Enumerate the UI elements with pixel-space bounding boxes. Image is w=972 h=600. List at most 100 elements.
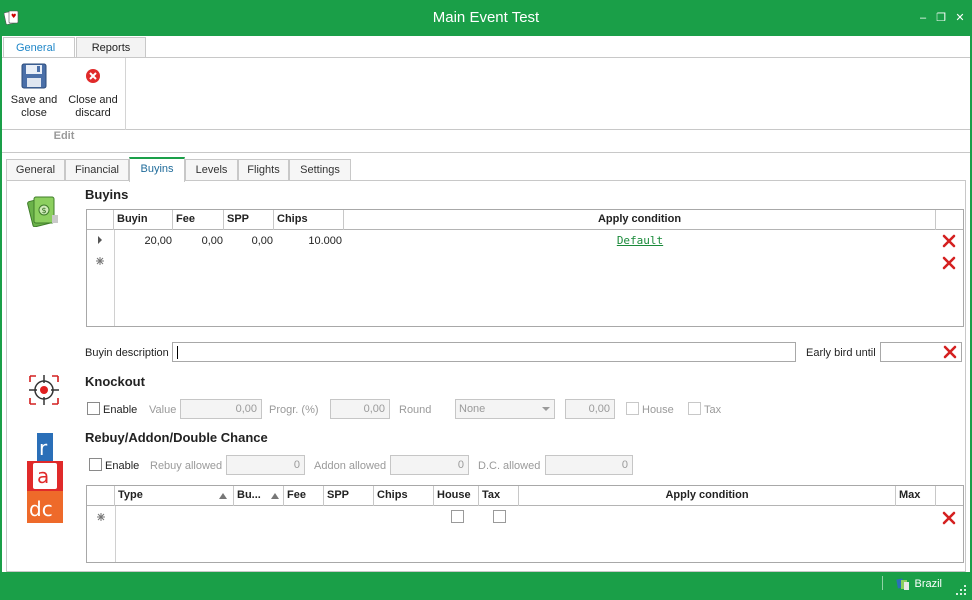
window-content: General Reports Save and close Close and… [2,36,970,572]
cell-fee[interactable]: 0,00 [173,234,223,248]
delete-row-button[interactable] [942,234,956,248]
main-tabs: General Financial Buyins Levels Flights … [6,157,966,182]
region-label: Brazil [914,578,942,590]
addon-allowed-input[interactable]: 0 [390,455,469,475]
close-and-discard-button[interactable]: Close and discard [64,62,122,120]
ribbon-tabs: General Reports [2,36,970,59]
rebuy-enable-checkbox[interactable] [89,458,102,471]
new-row-house-checkbox[interactable] [451,510,464,523]
knockout-house-label: House [642,404,674,416]
knockout-round-value-input[interactable]: 0,00 [565,399,615,419]
rebuy-enable-label: Enable [105,460,140,472]
ribbon-tab-general[interactable]: General [3,37,75,59]
knockout-tax-checkbox[interactable] [688,402,701,415]
knockout-value-input[interactable]: 0,00 [180,399,262,419]
delete-row-button[interactable] [942,511,956,525]
column-tax[interactable]: Tax [479,486,519,506]
column-type[interactable]: Type [115,486,234,506]
sort-up-icon [271,493,279,499]
buyin-description-label: Buyin description [85,347,169,359]
save-and-close-button[interactable]: Save and close [6,62,62,120]
rebuy-grid-header: Type Bu... Fee SPP Chips House Tax Apply… [87,486,963,506]
window-title: Main Event Test [432,9,540,26]
clear-early-bird-button[interactable] [943,345,957,359]
status-bar: Brazil [2,572,970,598]
column-buyin[interactable]: Buyin [114,210,173,230]
column-spp[interactable]: SPP [224,210,274,230]
rebuy-grid[interactable]: Type Bu... Fee SPP Chips House Tax Apply… [86,485,964,563]
tab-buyins[interactable]: Buyins [129,157,185,182]
buyins-grid[interactable]: Buyin Fee SPP Chips Apply condition 20,0… [86,209,964,327]
red-x-circle-icon [86,69,100,83]
close-window-button[interactable]: ✕ [953,11,967,25]
column-house[interactable]: House [434,486,479,506]
svg-text:a: a [37,464,49,488]
buyins-panel: $ Buyins Buyin Fee SPP Chips Apply condi… [6,180,966,572]
knockout-progr-label: Progr. (%) [269,404,319,416]
new-row-tax-checkbox[interactable] [493,510,506,523]
asterisk-icon [97,513,105,521]
tab-general[interactable]: General [6,159,65,181]
save-and-close-label: Save and close [10,94,58,119]
column-fee[interactable]: Fee [284,486,324,506]
rad-letters-icon: r a dc [27,433,63,523]
region-icon [896,578,910,591]
rebuy-allowed-input[interactable]: 0 [226,455,305,475]
triangle-right-icon [98,236,102,244]
title-bar: ♥ Main Event Test ‒ ❐ ✕ [0,0,972,36]
tab-settings[interactable]: Settings [289,159,351,181]
knockout-round-selected: None [459,403,486,415]
knockout-enable-checkbox[interactable] [87,402,100,415]
column-buyin[interactable]: Bu... [234,486,284,506]
ribbon-divider [2,152,970,153]
cell-apply-condition[interactable]: Default [344,234,936,248]
buyin-description-input[interactable] [172,342,796,362]
cell-buyin[interactable]: 20,00 [114,234,172,248]
svg-text:$: $ [42,206,47,215]
cell-chips[interactable]: 10.000 [274,234,342,248]
application-window: ♥ Main Event Test ‒ ❐ ✕ General Reports [0,0,972,600]
column-apply-condition[interactable]: Apply condition [344,210,936,230]
cell-spp[interactable]: 0,00 [224,234,273,248]
tab-flights[interactable]: Flights [238,159,289,181]
knockout-round-label: Round [399,404,432,416]
knockout-value-label: Value [149,404,177,416]
maximize-button[interactable]: ❐ [934,11,948,25]
svg-text:r: r [39,436,48,460]
close-and-discard-label: Close and discard [68,94,118,119]
dc-allowed-input[interactable]: 0 [545,455,633,475]
column-chips[interactable]: Chips [374,486,434,506]
ribbon-body: Save and close Close and discard [2,57,970,130]
tab-levels[interactable]: Levels [185,159,238,181]
rebuy-title: Rebuy/Addon/Double Chance [85,430,268,445]
money-icon: $ [27,196,58,227]
knockout-title: Knockout [85,374,145,389]
early-bird-label: Early bird until [806,347,876,359]
minimize-button[interactable]: ‒ [916,11,930,25]
chevron-down-icon [542,407,550,411]
column-type-label: Type [118,489,143,501]
region-indicator[interactable]: Brazil [896,577,942,591]
svg-text:dc: dc [29,497,53,521]
status-divider [882,576,883,590]
knockout-house-checkbox[interactable] [626,402,639,415]
column-spp[interactable]: SPP [324,486,374,506]
knockout-round-select[interactable]: None [455,399,555,419]
delete-new-row-button[interactable] [942,256,956,270]
target-icon [29,375,59,405]
tab-financial[interactable]: Financial [65,159,129,181]
ribbon-tab-reports[interactable]: Reports [76,37,146,58]
knockout-tax-label: Tax [704,404,722,416]
ribbon-group-label: Edit [53,130,75,142]
apply-condition-link[interactable]: Default [617,234,663,247]
addon-allowed-label: Addon allowed [314,460,387,472]
column-fee[interactable]: Fee [173,210,224,230]
column-buyin-label: Bu... [237,489,261,501]
column-chips[interactable]: Chips [274,210,344,230]
column-max[interactable]: Max [896,486,936,506]
asterisk-icon [96,257,104,265]
column-apply-condition[interactable]: Apply condition [519,486,896,506]
resize-grip-icon[interactable] [956,585,966,595]
knockout-enable-label: Enable [103,404,138,416]
knockout-progr-input[interactable]: 0,00 [330,399,390,419]
